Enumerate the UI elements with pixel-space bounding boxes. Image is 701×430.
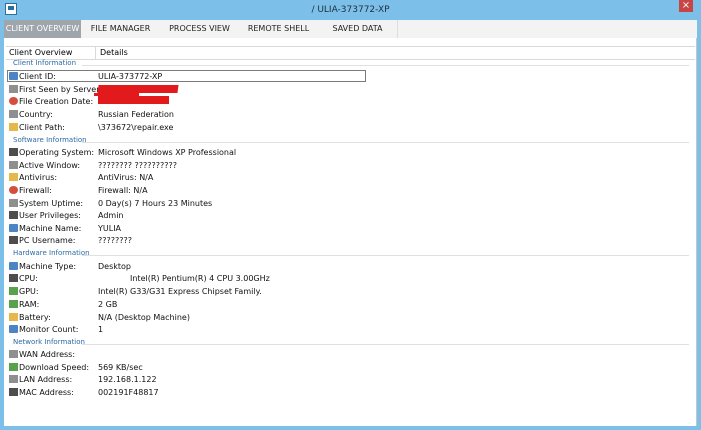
section-network-information: Network Information bbox=[13, 338, 85, 346]
row-os-label[interactable]: Operating System: bbox=[19, 148, 94, 157]
row-lan-address-value[interactable]: 192.168.1.122 bbox=[98, 375, 157, 384]
tab-saved-data[interactable]: SAVED DATA bbox=[318, 20, 398, 38]
row-active-window-value[interactable]: ???????? ?????????? bbox=[98, 161, 177, 170]
flag-icon bbox=[9, 110, 18, 118]
clock-icon bbox=[9, 85, 18, 93]
row-download-speed-value[interactable]: 569 KB/sec bbox=[98, 363, 143, 372]
title-bar: / ULIA-373772-XP × bbox=[0, 0, 701, 20]
row-battery-value[interactable]: N/A (Desktop Machine) bbox=[98, 313, 190, 322]
computer-icon bbox=[9, 148, 18, 156]
row-mac-address-label[interactable]: MAC Address: bbox=[19, 388, 74, 397]
user-icon bbox=[9, 236, 18, 244]
row-ram-label[interactable]: RAM: bbox=[19, 300, 39, 309]
tab-client-overview[interactable]: CLIENT OVERVIEW bbox=[4, 20, 81, 38]
client-details-list[interactable]: Client Overview Details Client Informati… bbox=[4, 38, 697, 426]
row-machine-name-label[interactable]: Machine Name: bbox=[19, 224, 81, 233]
row-antivirus-label[interactable]: Antivirus: bbox=[19, 173, 57, 182]
scroll-border bbox=[696, 38, 697, 426]
row-firewall-label[interactable]: Firewall: bbox=[19, 186, 52, 195]
lan-icon bbox=[9, 375, 18, 383]
battery-icon bbox=[9, 313, 18, 321]
section-software-information: Software Information bbox=[13, 136, 87, 144]
row-active-window-label[interactable]: Active Window: bbox=[19, 161, 80, 170]
tab-remote-shell[interactable]: REMOTE SHELL bbox=[239, 20, 319, 38]
row-uptime-label[interactable]: System Uptime: bbox=[19, 199, 83, 208]
row-monitor-count-value[interactable]: 1 bbox=[98, 325, 103, 334]
calendar-icon bbox=[9, 97, 18, 105]
wan-icon bbox=[9, 350, 18, 358]
row-cpu-value[interactable]: Intel(R) Pentium(R) 4 CPU 3.00GHz bbox=[130, 274, 270, 283]
row-os-value[interactable]: Microsoft Windows XP Professional bbox=[98, 148, 236, 157]
tab-file-manager[interactable]: FILE MANAGER bbox=[81, 20, 161, 38]
window-title: / ULIA-373772-XP bbox=[311, 5, 390, 15]
row-client-path-label[interactable]: Client Path: bbox=[19, 123, 65, 132]
column-divider bbox=[95, 47, 96, 59]
row-machine-name-value[interactable]: YULIA bbox=[98, 224, 121, 233]
row-lan-address-label[interactable]: LAN Address: bbox=[19, 375, 72, 384]
desktop-icon bbox=[9, 262, 18, 270]
section-hardware-information: Hardware Information bbox=[13, 249, 90, 257]
row-antivirus-value[interactable]: AntiVirus: N/A bbox=[98, 173, 153, 182]
row-user-privileges-label[interactable]: User Privileges: bbox=[19, 211, 81, 220]
row-mac-address-value[interactable]: 002191F48817 bbox=[98, 388, 159, 397]
monitor-icon bbox=[9, 325, 18, 333]
client-overview-window: / ULIA-373772-XP × CLIENT OVERVIEW FILE … bbox=[0, 0, 701, 430]
selected-row-outline bbox=[7, 70, 366, 82]
row-download-speed-label[interactable]: Download Speed: bbox=[19, 363, 89, 372]
row-first-seen-label[interactable]: First Seen by Server: bbox=[19, 85, 102, 94]
firewall-icon bbox=[9, 186, 18, 194]
column-header-client-overview[interactable]: Client Overview bbox=[9, 48, 72, 57]
uptime-icon bbox=[9, 199, 18, 207]
tab-bar: CLIENT OVERVIEW FILE MANAGER PROCESS VIE… bbox=[4, 20, 697, 38]
folder-icon bbox=[9, 123, 18, 131]
gpu-icon bbox=[9, 287, 18, 295]
row-client-id-value[interactable]: ULIA-373772-XP bbox=[98, 72, 162, 81]
row-client-path-value[interactable]: \373672\repair.exe bbox=[98, 123, 173, 132]
row-machine-type-label[interactable]: Machine Type: bbox=[19, 262, 76, 271]
row-wan-address-label[interactable]: WAN Address: bbox=[19, 350, 75, 359]
row-uptime-value[interactable]: 0 Day(s) 7 Hours 23 Minutes bbox=[98, 199, 212, 208]
row-gpu-value[interactable]: Intel(R) G33/G31 Express Chipset Family. bbox=[98, 287, 262, 296]
row-country-value[interactable]: Russian Federation bbox=[98, 110, 174, 119]
id-icon bbox=[9, 72, 18, 80]
redaction-mark-file-creation bbox=[98, 96, 169, 104]
section-divider bbox=[82, 142, 689, 143]
row-client-id-label[interactable]: Client ID: bbox=[19, 72, 56, 81]
row-battery-label[interactable]: Battery: bbox=[19, 313, 51, 322]
column-header-details[interactable]: Details bbox=[100, 48, 128, 57]
section-client-information: Client Information bbox=[13, 59, 77, 67]
row-country-label[interactable]: Country: bbox=[19, 110, 53, 119]
close-button[interactable]: × bbox=[679, 0, 693, 12]
row-firewall-value[interactable]: Firewall: N/A bbox=[98, 186, 148, 195]
section-divider bbox=[82, 65, 689, 66]
tab-process-view[interactable]: PROCESS VIEW bbox=[160, 20, 240, 38]
ram-icon bbox=[9, 300, 18, 308]
window-icon bbox=[9, 161, 18, 169]
person-icon bbox=[9, 224, 18, 232]
cpu-icon bbox=[9, 274, 18, 282]
row-monitor-count-label[interactable]: Monitor Count: bbox=[19, 325, 78, 334]
section-divider bbox=[82, 344, 689, 345]
shield-icon bbox=[9, 173, 18, 181]
row-cpu-label[interactable]: CPU: bbox=[19, 274, 38, 283]
section-divider bbox=[82, 255, 689, 256]
row-ram-value[interactable]: 2 GB bbox=[98, 300, 117, 309]
row-pc-username-value[interactable]: ???????? bbox=[98, 236, 132, 245]
user-icon bbox=[9, 211, 18, 219]
row-user-privileges-value[interactable]: Admin bbox=[98, 211, 124, 220]
row-pc-username-label[interactable]: PC Username: bbox=[19, 236, 75, 245]
row-gpu-label[interactable]: GPU: bbox=[19, 287, 39, 296]
row-file-creation-label[interactable]: File Creation Date: bbox=[19, 97, 93, 106]
column-header: Client Overview Details bbox=[6, 46, 695, 60]
row-machine-type-value[interactable]: Desktop bbox=[98, 262, 131, 271]
download-icon bbox=[9, 363, 18, 371]
redaction-mark-first-seen bbox=[97, 85, 179, 93]
network-card-icon bbox=[9, 388, 18, 396]
